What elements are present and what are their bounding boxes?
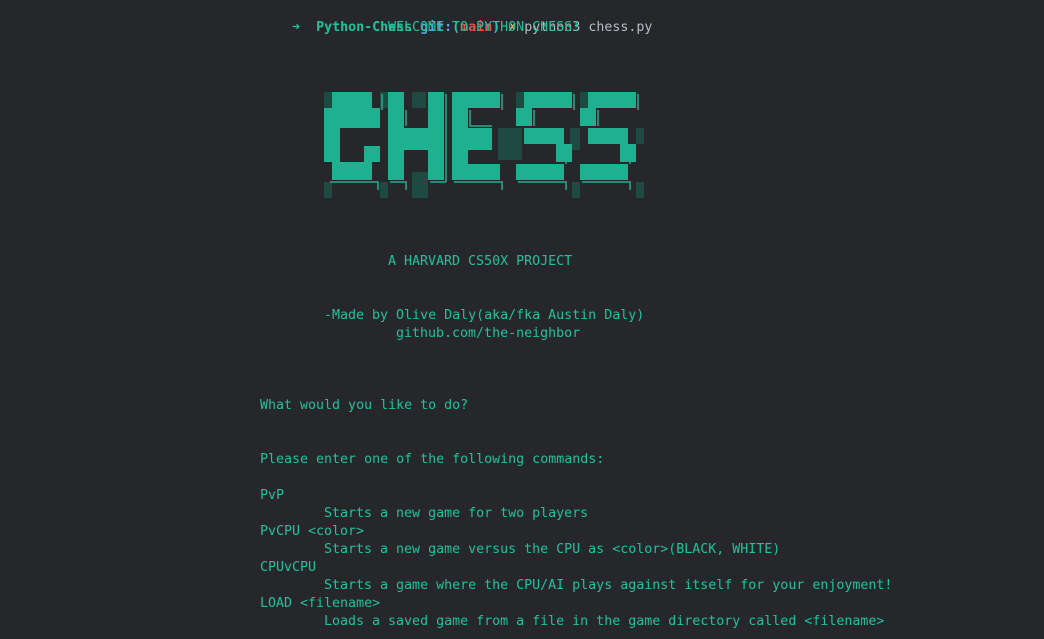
command-description: Starts a game where the CPU/AI plays aga…	[324, 578, 893, 593]
command-name: CPUvCPU	[260, 560, 317, 575]
welcome-text: WELCOME TO PYTHON CHESS!	[388, 20, 581, 35]
terminal-window: ➜ Python-Chess git:(main) ✗ python3 ches…	[0, 0, 1044, 639]
chess-ascii-logo	[324, 92, 644, 198]
command-description: Loads a saved game from a file in the ga…	[324, 614, 885, 629]
command-name: PvCPU <color>	[260, 524, 365, 539]
question-text: What would you like to do?	[260, 398, 469, 413]
command-name: PvP	[260, 488, 285, 503]
credit-text: -Made by Olive Daly(aka/fka Austin Daly)	[324, 308, 645, 323]
command-name: LOAD <filename>	[260, 596, 381, 611]
subtitle-text: A HARVARD CS50X PROJECT	[388, 254, 573, 269]
command-description: Starts a new game for two players	[324, 506, 589, 521]
instructions-text: Please enter one of the following comman…	[260, 452, 605, 467]
prompt-arrow-icon: ➜	[292, 20, 301, 35]
command-description: Starts a new game versus the CPU as <col…	[324, 542, 781, 557]
github-link[interactable]: github.com/the-neighbor	[396, 325, 580, 343]
